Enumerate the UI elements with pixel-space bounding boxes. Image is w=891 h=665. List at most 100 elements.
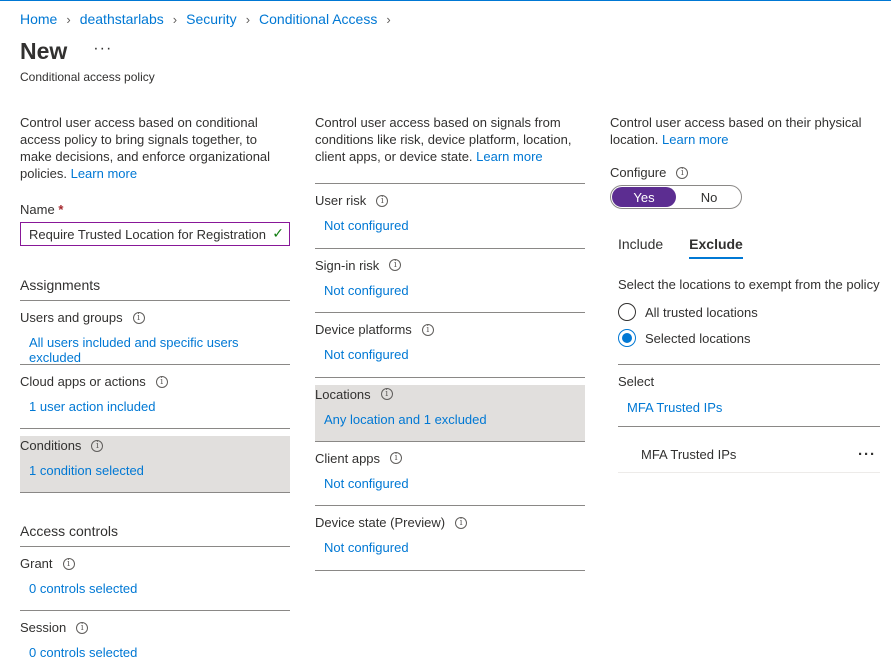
chevron-right-icon: › bbox=[245, 11, 251, 27]
users-groups-label: Users and groups bbox=[20, 310, 123, 325]
info-icon[interactable]: i bbox=[389, 259, 402, 271]
locations-description-text: Control user access based on their physi… bbox=[610, 115, 862, 147]
sign-in-risk-row[interactable]: Sign-in risk i Not configured bbox=[315, 249, 585, 313]
device-state-row[interactable]: Device state (Preview) i Not configured bbox=[315, 506, 585, 571]
users-groups-value[interactable]: All users included and specific users ex… bbox=[20, 335, 290, 365]
selected-location-item: MFA Trusted IPs ··· bbox=[618, 427, 880, 473]
session-row[interactable]: Session i 0 controls selected bbox=[20, 611, 290, 665]
info-icon[interactable]: i bbox=[155, 375, 168, 388]
learn-more-link[interactable]: Learn more bbox=[476, 149, 542, 164]
info-icon[interactable]: i bbox=[62, 557, 75, 570]
access-controls-heading: Access controls bbox=[20, 515, 290, 547]
item-more-options-button[interactable]: ··· bbox=[858, 446, 876, 463]
learn-more-link[interactable]: Learn more bbox=[662, 132, 728, 147]
user-risk-value[interactable]: Not configured bbox=[315, 218, 585, 233]
page-title: New bbox=[20, 38, 68, 64]
cloud-apps-row[interactable]: Cloud apps or actions i 1 user action inc… bbox=[20, 365, 290, 429]
configure-toggle[interactable]: Yes No bbox=[610, 185, 742, 209]
chevron-right-icon: › bbox=[66, 11, 71, 27]
radio-all-trusted-locations[interactable]: All trusted locations bbox=[610, 303, 880, 321]
name-label: Name * bbox=[20, 202, 290, 217]
client-apps-row[interactable]: Client apps i Not configured bbox=[315, 442, 585, 506]
session-value[interactable]: 0 controls selected bbox=[20, 645, 290, 660]
cloud-apps-value[interactable]: 1 user action included bbox=[20, 399, 290, 414]
sign-in-risk-label: Sign-in risk bbox=[315, 257, 380, 273]
radio-all-trusted-label: All trusted locations bbox=[645, 304, 758, 320]
locations-value[interactable]: Any location and 1 excluded bbox=[315, 412, 585, 427]
grant-row[interactable]: Grant i 0 controls selected bbox=[20, 547, 290, 611]
chevron-right-icon: › bbox=[386, 11, 391, 27]
policy-name-input[interactable]: Require Trusted Location for Registratio… bbox=[20, 222, 290, 246]
device-state-value[interactable]: Not configured bbox=[315, 540, 585, 555]
exempt-description: Select the locations to exempt from the … bbox=[618, 277, 880, 292]
device-state-label: Device state (Preview) bbox=[315, 515, 446, 530]
radio-circle-selected[interactable] bbox=[618, 329, 636, 347]
client-apps-label: Client apps bbox=[315, 450, 381, 466]
required-marker: * bbox=[58, 202, 64, 217]
radio-selected-locations[interactable]: Selected locations bbox=[610, 329, 880, 347]
info-icon[interactable]: i bbox=[380, 388, 393, 400]
tab-include[interactable]: Include bbox=[618, 236, 663, 259]
user-risk-row[interactable]: User risk i Not configured bbox=[315, 184, 585, 249]
conditions-value[interactable]: 1 condition selected bbox=[20, 463, 290, 478]
session-label: Session bbox=[20, 620, 67, 635]
locations-row[interactable]: Locations i Any location and 1 excluded bbox=[315, 384, 585, 442]
device-platforms-label: Device platforms bbox=[315, 322, 412, 337]
policy-description-text: Control user access based on conditional… bbox=[20, 115, 271, 181]
breadcrumb-tenant[interactable]: deathstarlabs bbox=[80, 11, 164, 27]
breadcrumb: Home › deathstarlabs › Security › Condit… bbox=[20, 11, 400, 27]
info-icon[interactable]: i bbox=[91, 439, 104, 452]
cloud-apps-label: Cloud apps or actions bbox=[20, 374, 146, 389]
sign-in-risk-value[interactable]: Not configured bbox=[315, 283, 585, 298]
info-icon[interactable]: i bbox=[132, 311, 145, 324]
info-icon[interactable]: i bbox=[676, 166, 689, 179]
info-icon[interactable]: i bbox=[76, 621, 89, 634]
top-accent-line bbox=[0, 0, 891, 1]
name-label-text: Name bbox=[20, 202, 55, 217]
device-platforms-row[interactable]: Device platforms i Not configured bbox=[315, 313, 585, 378]
conditions-description: Control user access based on signals fro… bbox=[315, 114, 585, 165]
device-platforms-value[interactable]: Not configured bbox=[315, 347, 585, 362]
title-row: New ··· bbox=[20, 38, 112, 65]
toggle-no[interactable]: No bbox=[677, 186, 741, 208]
conditions-label: Conditions bbox=[20, 438, 82, 453]
conditions-row[interactable]: Conditions i 1 condition selected bbox=[20, 436, 290, 493]
grant-value[interactable]: 0 controls selected bbox=[20, 581, 290, 596]
user-risk-label: User risk bbox=[315, 193, 367, 208]
locations-column: Control user access based on their physi… bbox=[610, 114, 880, 473]
info-icon[interactable]: i bbox=[421, 323, 434, 336]
conditions-column: Control user access based on signals fro… bbox=[315, 114, 585, 571]
policy-name-value: Require Trusted Location for Registratio… bbox=[29, 226, 267, 242]
configure-label: Configure i bbox=[610, 165, 880, 180]
toggle-yes[interactable]: Yes bbox=[612, 187, 676, 207]
more-options-button[interactable]: ··· bbox=[93, 40, 112, 58]
conditions-list: User risk i Not configured Sign-in risk i … bbox=[315, 183, 585, 571]
radio-circle[interactable] bbox=[618, 303, 636, 321]
select-label: Select bbox=[618, 374, 655, 389]
selected-location-name: MFA Trusted IPs bbox=[641, 447, 737, 462]
tab-exclude[interactable]: Exclude bbox=[689, 236, 743, 259]
page-subtitle: Conditional access policy bbox=[20, 70, 155, 84]
breadcrumb-conditional-access[interactable]: Conditional Access bbox=[259, 11, 377, 27]
select-value[interactable]: MFA Trusted IPs bbox=[618, 400, 880, 415]
locations-label: Locations bbox=[315, 386, 371, 402]
radio-selected-label: Selected locations bbox=[645, 330, 751, 346]
grant-label: Grant bbox=[20, 556, 53, 571]
checkmark-icon: ✓ bbox=[272, 225, 284, 241]
info-icon[interactable]: i bbox=[376, 194, 389, 207]
breadcrumb-security[interactable]: Security bbox=[186, 11, 237, 27]
client-apps-value[interactable]: Not configured bbox=[315, 476, 585, 491]
breadcrumb-home[interactable]: Home bbox=[20, 11, 57, 27]
radio-dot bbox=[622, 333, 632, 343]
locations-description: Control user access based on their physi… bbox=[610, 114, 880, 148]
users-groups-row[interactable]: Users and groups i All users included and… bbox=[20, 301, 290, 365]
include-exclude-tabs: Include Exclude bbox=[610, 236, 880, 259]
learn-more-link[interactable]: Learn more bbox=[71, 166, 137, 181]
configure-label-text: Configure bbox=[610, 165, 667, 180]
chevron-right-icon: › bbox=[172, 11, 178, 27]
policy-column: Control user access based on conditional… bbox=[20, 114, 290, 665]
info-icon[interactable]: i bbox=[455, 516, 468, 529]
policy-description: Control user access based on conditional… bbox=[20, 114, 290, 182]
select-locations-box[interactable]: Select MFA Trusted IPs bbox=[618, 364, 880, 427]
info-icon[interactable]: i bbox=[390, 452, 403, 464]
